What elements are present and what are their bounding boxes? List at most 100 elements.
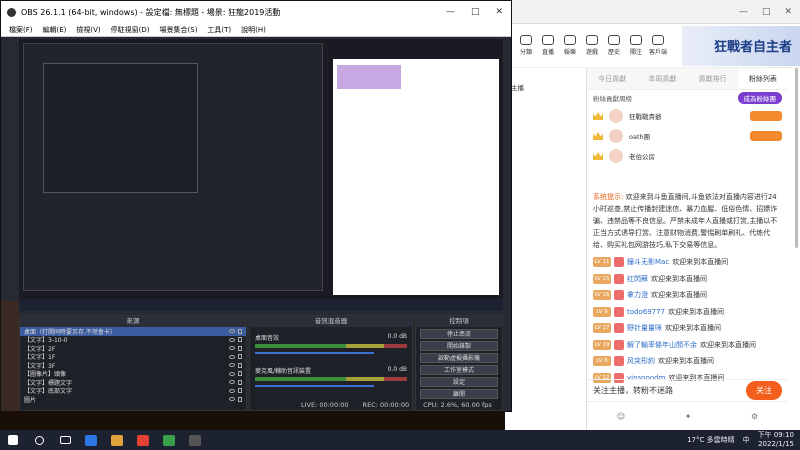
volume-slider[interactable] bbox=[255, 352, 374, 354]
source-item[interactable]: 【文字】2F bbox=[20, 344, 246, 353]
nav-item-follow[interactable]: 關注 bbox=[625, 35, 647, 56]
source-item[interactable]: 【圖像片】頭像 bbox=[20, 370, 246, 378]
fan-club-button[interactable]: 成為粉絲團 bbox=[737, 92, 782, 104]
stop-stream-button[interactable]: 停止串流 bbox=[420, 329, 498, 339]
chat-message[interactable]: LV 11 鐘斗无影Mac 欢迎来到本直播间 bbox=[587, 254, 788, 271]
user-name[interactable]: 拿力澄 bbox=[627, 290, 648, 300]
nav-item-history[interactable]: 歷史 bbox=[603, 35, 625, 56]
visibility-icon[interactable] bbox=[229, 354, 235, 359]
rank-row[interactable]: oath團 bbox=[587, 126, 788, 146]
minimize-icon[interactable]: — bbox=[446, 7, 455, 17]
clock[interactable]: 下午 09:10 2022/1/15 bbox=[758, 431, 794, 449]
taskbar-app[interactable] bbox=[156, 430, 182, 450]
user-name[interactable]: 风突形約 bbox=[627, 356, 655, 366]
lang-indicator[interactable]: 中 bbox=[743, 435, 750, 445]
menu-edit[interactable]: 編輯(E) bbox=[43, 25, 67, 35]
obs-menubar: 檔案(F) 編輯(E) 檢視(V) 停駐視窗(D) 場景集合(S) 工具(T) … bbox=[1, 23, 511, 37]
tab-rank[interactable]: 貢獻排行 bbox=[688, 68, 738, 89]
promo-banner[interactable]: 狂戰者自主者 bbox=[682, 25, 800, 66]
chat-message[interactable]: LV 8 风突形約 欢迎来到本直播间 bbox=[587, 353, 788, 370]
lock-icon[interactable] bbox=[238, 337, 242, 343]
ent-icon bbox=[564, 35, 576, 45]
lock-icon[interactable] bbox=[238, 362, 242, 368]
menu-view[interactable]: 檢視(V) bbox=[76, 25, 100, 35]
nav-item-ent[interactable]: 娛樂 bbox=[559, 35, 581, 56]
visibility-icon[interactable] bbox=[229, 363, 235, 368]
menu-tools[interactable]: 工具(T) bbox=[207, 25, 231, 35]
close-icon[interactable]: ✕ bbox=[495, 7, 503, 17]
start-button[interactable] bbox=[0, 430, 26, 450]
user-name[interactable]: 红閃蘇 bbox=[627, 274, 648, 284]
source-item[interactable]: 圖片 bbox=[20, 395, 246, 404]
source-item[interactable]: 桌面（打開同時要另存,不然會卡） bbox=[20, 327, 246, 336]
nav-item-game[interactable]: 遊戲 bbox=[581, 35, 603, 56]
user-name[interactable]: 解了輸率條年山間不余 bbox=[627, 340, 697, 350]
visibility-icon[interactable] bbox=[229, 337, 235, 342]
menu-file[interactable]: 檔案(F) bbox=[9, 25, 33, 35]
lock-icon[interactable] bbox=[238, 396, 242, 402]
emoji-icon[interactable]: ☺ bbox=[617, 412, 625, 421]
lock-icon[interactable] bbox=[238, 328, 242, 334]
exit-button[interactable]: 離開 bbox=[420, 389, 498, 399]
chat-message[interactable]: LV 15 红閃蘇 欢迎来到本直播间 bbox=[587, 271, 788, 288]
user-name[interactable]: 鐘斗无影Mac bbox=[627, 257, 669, 267]
user-name[interactable]: 野针量量咪 bbox=[627, 323, 662, 333]
start-recording-button[interactable]: 開始錄製 bbox=[420, 341, 498, 351]
chat-message[interactable]: LV 9 todo69777 欢迎来到本直播间 bbox=[587, 304, 788, 321]
menu-help[interactable]: 說明(H) bbox=[241, 25, 266, 35]
studio-mode-button[interactable]: 工作室模式 bbox=[420, 365, 498, 375]
settings-button[interactable]: 設定 bbox=[420, 377, 498, 387]
virtual-camera-button[interactable]: 啟動虛擬攝影機 bbox=[420, 353, 498, 363]
chat-message[interactable]: LV 16 拿力澄 欢迎来到本直播间 bbox=[587, 287, 788, 304]
source-item[interactable]: 【文字】標題文字 bbox=[20, 378, 246, 387]
visibility-icon[interactable] bbox=[229, 371, 235, 376]
task-view-button[interactable] bbox=[52, 430, 78, 450]
obs-preview-canvas[interactable] bbox=[19, 39, 503, 311]
source-item[interactable]: 【文字】1F bbox=[20, 353, 246, 361]
search-icon bbox=[34, 435, 44, 445]
chat-message[interactable]: LV 27 野针量量咪 欢迎来到本直播间 bbox=[587, 320, 788, 337]
source-item[interactable]: 【文字】底部文字 bbox=[20, 387, 246, 395]
source-item[interactable]: 【文字】3F bbox=[20, 361, 246, 370]
taskbar-app[interactable] bbox=[104, 430, 130, 450]
lock-icon[interactable] bbox=[238, 354, 242, 360]
minimize-icon[interactable]: — bbox=[739, 7, 748, 17]
source-item[interactable]: 【文字】3-10-0 bbox=[20, 336, 246, 344]
maximize-icon[interactable]: □ bbox=[471, 7, 480, 17]
menu-docks[interactable]: 停駐視窗(D) bbox=[111, 25, 150, 35]
tab-week[interactable]: 本周貢獻 bbox=[637, 68, 687, 89]
maximize-icon[interactable]: □ bbox=[762, 7, 771, 17]
follow-button[interactable]: 关注 bbox=[746, 381, 782, 400]
visibility-icon[interactable] bbox=[229, 388, 235, 393]
tab-today[interactable]: 今日貢獻 bbox=[587, 68, 637, 89]
search-button[interactable] bbox=[26, 430, 52, 450]
menu-scene-collection[interactable]: 場景集合(S) bbox=[160, 25, 198, 35]
rank-row[interactable]: 狂戰戰貴爺 bbox=[587, 106, 788, 126]
avatar bbox=[609, 129, 623, 143]
user-name[interactable]: todo69777 bbox=[627, 308, 665, 316]
page-scrollbar[interactable] bbox=[795, 68, 798, 248]
gift-icon[interactable]: ✦ bbox=[685, 412, 692, 421]
chat-message[interactable]: LV 19 解了輸率條年山間不余 欢迎来到本直播间 bbox=[587, 337, 788, 354]
taskbar-app[interactable] bbox=[182, 430, 208, 450]
nav-item-category[interactable]: 分類 bbox=[515, 35, 537, 56]
weather-widget[interactable]: 17°C 多雲時晴 bbox=[687, 435, 735, 445]
close-icon[interactable]: ✕ bbox=[784, 7, 792, 17]
rank-row[interactable]: 老伯公房 bbox=[587, 146, 788, 166]
visibility-icon[interactable] bbox=[229, 380, 235, 385]
volume-slider[interactable] bbox=[255, 385, 374, 387]
visibility-icon[interactable] bbox=[229, 329, 235, 334]
lock-icon[interactable] bbox=[238, 379, 242, 385]
lock-icon[interactable] bbox=[238, 388, 242, 394]
lock-icon[interactable] bbox=[238, 345, 242, 351]
nav-item-client[interactable]: 客戶端 bbox=[647, 35, 669, 56]
settings-icon[interactable]: ⚙ bbox=[751, 412, 758, 421]
chat-hint[interactable]: 关注主播，转粉不迷路 bbox=[593, 385, 673, 396]
visibility-icon[interactable] bbox=[229, 397, 235, 402]
taskbar-app[interactable] bbox=[78, 430, 104, 450]
taskbar-app[interactable] bbox=[130, 430, 156, 450]
nav-item-live[interactable]: 直播 bbox=[537, 35, 559, 56]
visibility-icon[interactable] bbox=[229, 346, 235, 351]
tab-fans[interactable]: 粉絲列表 bbox=[737, 68, 788, 89]
lock-icon[interactable] bbox=[238, 371, 242, 377]
